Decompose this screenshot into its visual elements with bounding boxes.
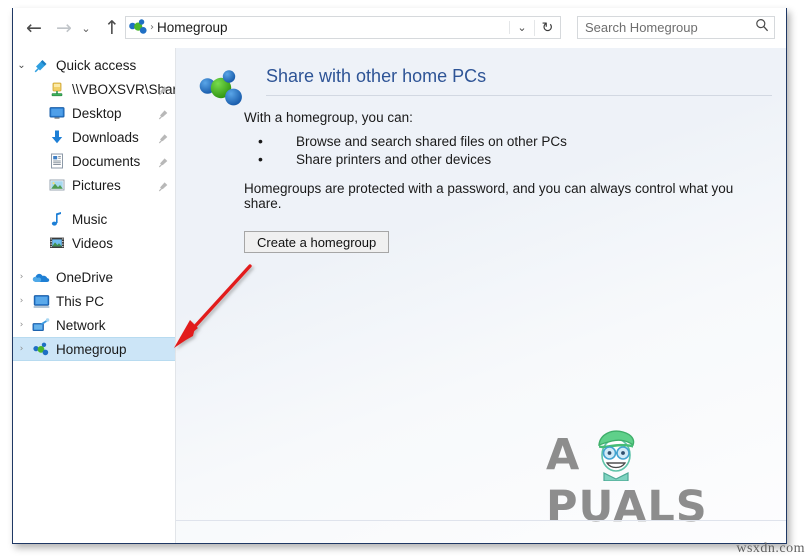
- pin-icon[interactable]: [158, 131, 169, 144]
- sidebar-item-label: Homegroup: [56, 341, 127, 357]
- explorer-toolbar: ← → ⌄ ↑ › Homegroup ⌄ ↻ Search Homegroup: [13, 8, 786, 48]
- sidebar-item-homegroup[interactable]: › Homegroup: [13, 337, 175, 361]
- chevron-right-icon[interactable]: ›: [13, 320, 30, 330]
- twisty-placeholder: ›: [13, 180, 30, 190]
- sidebar-item-label: Pictures: [72, 177, 121, 193]
- network-icon: [30, 315, 52, 335]
- status-bar-divider: [176, 520, 786, 521]
- downloads-icon: [46, 127, 68, 147]
- navigation-pane[interactable]: ⌄ Quick access ›: [13, 48, 176, 543]
- sidebar-item-vboxsvr-share[interactable]: › \\VBOXSVR\Shar: [13, 77, 175, 101]
- sidebar-item-quick-access[interactable]: ⌄ Quick access: [13, 53, 175, 77]
- sidebar-item-label: Music: [72, 211, 108, 227]
- sidebar-item-label: OneDrive: [56, 269, 114, 285]
- up-one-level-button[interactable]: ↑: [99, 15, 125, 41]
- address-bar[interactable]: › Homegroup ⌄ ↻: [125, 16, 561, 39]
- twisty-placeholder: ›: [13, 238, 30, 248]
- chevron-right-icon[interactable]: ›: [13, 296, 30, 306]
- explorer-panes: ⌄ Quick access ›: [13, 48, 786, 543]
- videos-icon: [46, 233, 68, 253]
- twisty-placeholder: ›: [13, 214, 30, 224]
- chevron-right-icon[interactable]: ›: [13, 344, 30, 354]
- breadcrumb-path[interactable]: Homegroup: [157, 20, 509, 35]
- up-arrow-icon: ↑: [104, 16, 120, 39]
- homegroup-icon: [198, 68, 246, 112]
- pin-star-icon: [30, 55, 52, 75]
- appuals-watermark: A PUALS: [546, 429, 756, 532]
- sidebar-item-label: Documents: [72, 153, 141, 169]
- pin-icon[interactable]: [158, 155, 169, 168]
- create-homegroup-button[interactable]: Create a homegroup: [244, 231, 390, 253]
- sidebar-item-onedrive[interactable]: › OneDrive: [13, 265, 175, 289]
- sidebar-item-network[interactable]: › Network: [13, 313, 175, 337]
- pin-icon[interactable]: [158, 83, 169, 96]
- sidebar-item-label: Downloads: [72, 129, 139, 145]
- sidebar-item-label: This PC: [56, 293, 105, 309]
- homegroup-icon: [30, 339, 52, 359]
- forward-arrow-icon: →: [56, 16, 72, 39]
- file-explorer-window: ← → ⌄ ↑ › Homegroup ⌄ ↻ Search Homegroup…: [12, 8, 787, 544]
- twisty-placeholder: ›: [13, 156, 30, 166]
- title-divider: [266, 95, 772, 96]
- password-note-text: Homegroups are protected with a password…: [244, 181, 734, 211]
- sidebar-item-desktop[interactable]: › Desktop: [13, 101, 175, 125]
- sidebar-item-label: Desktop: [72, 105, 122, 121]
- sidebar-item-label: Quick access: [56, 57, 137, 73]
- sidebar-item-downloads[interactable]: › Downloads: [13, 125, 175, 149]
- pictures-icon: [46, 175, 68, 195]
- site-watermark: wsxdn.com: [736, 541, 805, 556]
- homegroup-body: With a homegroup, you can: Browse and se…: [244, 110, 772, 253]
- search-icon: [750, 18, 774, 37]
- sidebar-item-label: Videos: [72, 235, 114, 251]
- chevron-down-icon: ⌄: [81, 21, 91, 35]
- sidebar-item-label: Network: [56, 317, 106, 333]
- this-pc-icon: [30, 291, 52, 311]
- recent-locations-button[interactable]: ⌄: [77, 15, 95, 41]
- forward-button[interactable]: →: [51, 15, 77, 41]
- pin-icon[interactable]: [158, 107, 169, 120]
- twisty-placeholder: ›: [13, 84, 30, 94]
- desktop-icon: [46, 103, 68, 123]
- screenshot-root: ← → ⌄ ↑ › Homegroup ⌄ ↻ Search Homegroup…: [0, 0, 809, 559]
- pin-icon[interactable]: [158, 179, 169, 192]
- chevron-down-icon[interactable]: ⌄: [13, 60, 30, 71]
- music-icon: [46, 209, 68, 229]
- sidebar-item-documents[interactable]: › Documents: [13, 149, 175, 173]
- list-item: Share printers and other devices: [244, 150, 772, 169]
- back-button[interactable]: ←: [21, 15, 47, 41]
- search-input[interactable]: Search Homegroup: [578, 20, 750, 35]
- appuals-mascot-icon: [590, 425, 642, 482]
- address-dropdown-button[interactable]: ⌄: [509, 21, 534, 34]
- sidebar-item-pictures[interactable]: › Pictures: [13, 173, 175, 197]
- content-pane: Share with other home PCs With a homegro…: [176, 48, 786, 543]
- sidebar-item-music[interactable]: › Music: [13, 207, 175, 231]
- documents-icon: [46, 151, 68, 171]
- sidebar-item-this-pc[interactable]: › This PC: [13, 289, 175, 313]
- onedrive-cloud-icon: [30, 267, 52, 287]
- twisty-placeholder: ›: [13, 108, 30, 118]
- homegroup-icon: [127, 17, 149, 38]
- sidebar-item-videos[interactable]: ›: [13, 231, 175, 255]
- search-box[interactable]: Search Homegroup: [577, 16, 775, 39]
- network-folder-icon: [46, 79, 68, 99]
- refresh-button[interactable]: ↻: [534, 19, 560, 36]
- breadcrumb-separator-icon: ›: [150, 22, 154, 33]
- back-arrow-icon: ←: [26, 16, 42, 39]
- chevron-right-icon[interactable]: ›: [13, 272, 30, 282]
- page-title: Share with other home PCs: [266, 66, 487, 86]
- twisty-placeholder: ›: [13, 132, 30, 142]
- intro-text: With a homegroup, you can:: [244, 110, 413, 125]
- feature-list: Browse and search shared files on other …: [244, 132, 772, 169]
- watermark-text: A PUALS: [546, 430, 708, 532]
- list-item: Browse and search shared files on other …: [244, 132, 772, 151]
